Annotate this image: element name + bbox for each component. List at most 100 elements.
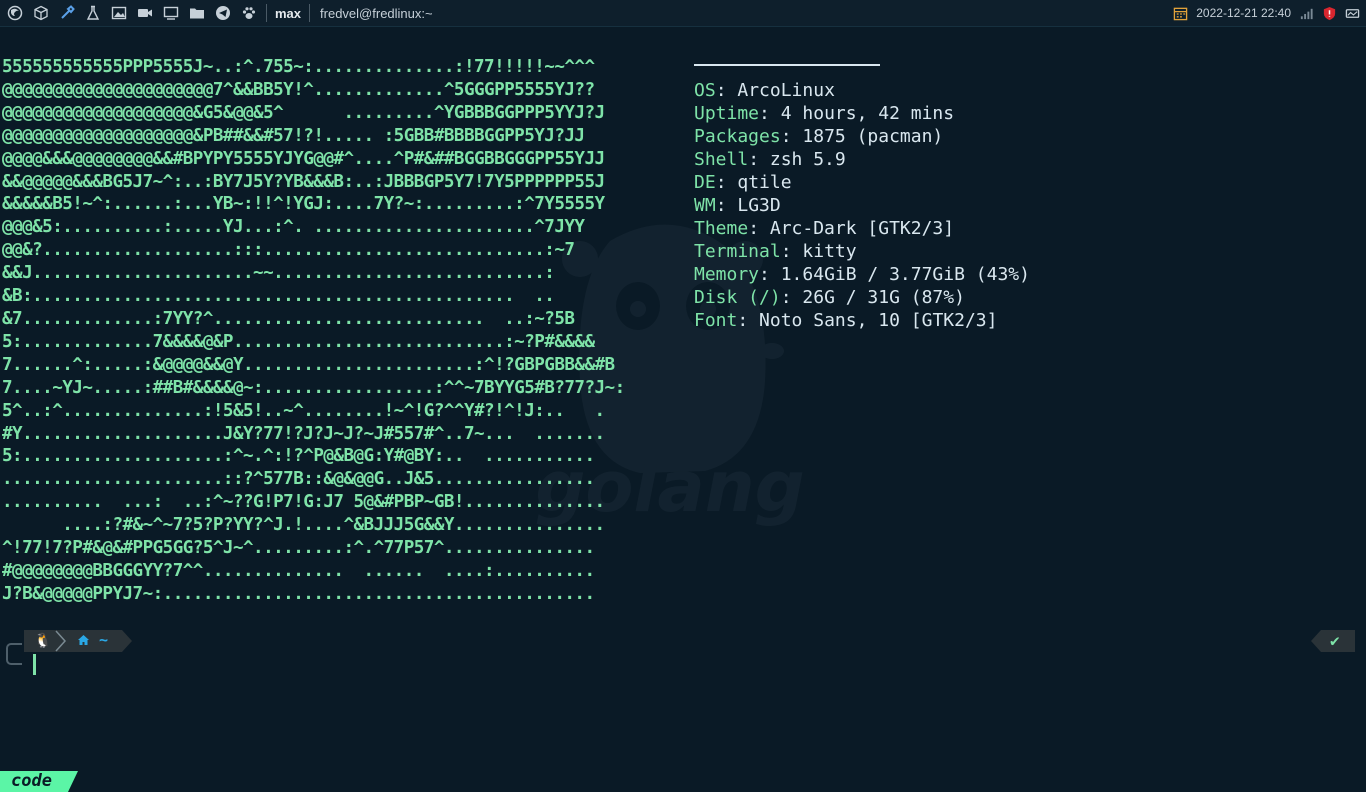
info-key: DE: [694, 172, 716, 193]
ascii-line: @@@@@@@@@@@@@@@@@@@&G5&@@&5^ .........^Y…: [2, 102, 605, 123]
info-row: OS: ArcoLinux: [694, 79, 1030, 102]
ascii-line: @@&?...................:::..............…: [2, 240, 575, 261]
ascii-line: @@@@@@@@@@@@@@@@@@@&PB##&&#57!?!..... :5…: [2, 125, 585, 146]
ascii-line: &B:.....................................…: [2, 286, 555, 307]
info-value: zsh 5.9: [769, 149, 846, 170]
info-row: Uptime: 4 hours, 42 mins: [694, 102, 1030, 125]
info-value: 26G / 31G (87%): [802, 287, 965, 308]
prompt-current-directory: ~: [99, 631, 109, 649]
info-row: Shell: zsh 5.9: [694, 148, 1030, 171]
prompt-bracket: [6, 643, 22, 665]
info-key: Font: [694, 310, 738, 331]
mode-label: code: [11, 771, 52, 791]
signal-icon[interactable]: [1299, 6, 1314, 21]
system-tray: 2022-12-21 22:40: [1173, 0, 1360, 26]
window-title: fredvel@fredlinux:~: [320, 5, 433, 21]
info-separator-line: [694, 64, 880, 66]
ascii-line: &&@@@@@&&&BG5J7~^:..:BY7J5Y?YB&&&B:..:JB…: [2, 171, 605, 192]
info-value: qtile: [737, 172, 792, 193]
paw-icon[interactable]: [238, 2, 260, 24]
ascii-line: 555555555555PPP5555J~..:^.755~:.........…: [2, 57, 595, 77]
ascii-line: ^!77!7?P#&@&#PPG5GG?5^J~^.........:^.^77…: [2, 538, 595, 559]
info-key: WM: [694, 195, 716, 216]
info-colon: :: [715, 195, 738, 216]
drive-icon[interactable]: [1345, 6, 1360, 21]
info-value: 1.64GiB / 3.77GiB (43%): [780, 264, 1030, 285]
info-colon: :: [780, 287, 803, 308]
info-value: Arc-Dark [GTK2/3]: [769, 218, 955, 239]
info-key: Shell: [694, 149, 749, 170]
info-key: Theme: [694, 218, 749, 239]
ascii-line: #Y....................J&Y?77!?J?J~J?~J#5…: [2, 423, 605, 444]
ascii-line: &&J......................~~.............…: [2, 263, 555, 284]
info-colon: :: [780, 241, 803, 262]
info-row: Theme: Arc-Dark [GTK2/3]: [694, 217, 1030, 240]
info-key: Disk (/): [694, 287, 781, 308]
ascii-line: &&&&&B5!~^:......:...YB~:!!^!YGJ:....7Y?…: [2, 194, 605, 215]
separator: [309, 4, 311, 22]
image-icon[interactable]: [108, 2, 130, 24]
video-camera-icon[interactable]: [134, 2, 156, 24]
ascii-line: 5:.............7&&&&@&P.................…: [2, 331, 595, 352]
telegram-icon[interactable]: [212, 2, 234, 24]
info-colon: :: [737, 310, 760, 331]
top-bar: max fredvel@fredlinux:~ 2022-12-21 22:40: [0, 0, 1366, 27]
clock[interactable]: 2022-12-21 22:40: [1196, 6, 1291, 20]
info-value: LG3D: [737, 195, 781, 216]
linux-penguin-icon: 🐧: [34, 633, 52, 649]
firefox-icon[interactable]: [4, 2, 26, 24]
info-key: Uptime: [694, 103, 760, 124]
ascii-line: 5^..:^..............:!5&5!..~^........!~…: [2, 400, 605, 421]
ascii-line: &7.............:7YY?^...................…: [2, 308, 575, 329]
info-key: OS: [694, 80, 716, 101]
layout-name[interactable]: max: [275, 6, 301, 21]
ascii-line: @@@@@@@@@@@@@@@@@@@@@7^&&BB5Y!^.........…: [2, 79, 595, 100]
text-cursor: [33, 654, 36, 675]
ascii-line: ......................::?^577B::&@&@@G..…: [2, 469, 595, 490]
system-info: OS: ArcoLinux Uptime: 4 hours, 42 mins Pac…: [694, 64, 1030, 332]
shield-icon[interactable]: [1322, 6, 1337, 21]
info-key: Memory: [694, 264, 760, 285]
info-colon: :: [748, 218, 770, 239]
info-value: Noto Sans, 10 [GTK2/3]: [759, 310, 998, 331]
ascii-line: .......... ...: ..:^~??G!P7!G:J7 5@&#PBP…: [2, 492, 605, 513]
home-icon: [78, 635, 89, 645]
ascii-line: J?B&@@@@@PPYJ7~:........................…: [2, 583, 595, 604]
ascii-line: @@@@&&&@@@@@@@@&&#BPYPY5555YJYG@@#^....^…: [2, 148, 605, 169]
info-row: Disk (/): 26G / 31G (87%): [694, 286, 1030, 309]
info-row: Font: Noto Sans, 10 [GTK2/3]: [694, 309, 1030, 332]
info-colon: :: [715, 172, 738, 193]
monitor-icon[interactable]: [160, 2, 182, 24]
info-value: ArcoLinux: [737, 80, 835, 101]
info-colon: :: [759, 103, 781, 124]
color-picker-icon[interactable]: [56, 2, 78, 24]
info-value: 4 hours, 42 mins: [780, 103, 955, 124]
info-colon: :: [715, 80, 738, 101]
info-key: Terminal: [694, 241, 781, 262]
info-row: Packages: 1875 (pacman): [694, 125, 1030, 148]
prompt-chevron-icon: [55, 630, 67, 652]
ascii-line: @@@&5:..........:.....YJ...:^. .........…: [2, 217, 585, 238]
info-colon: :: [780, 126, 803, 147]
calendar-icon[interactable]: [1173, 6, 1188, 21]
info-row: WM: LG3D: [694, 194, 1030, 217]
ascii-line: 7......^:.....:&@@@@&&@Y................…: [2, 354, 615, 375]
ascii-line: 5:....................:^~.^:!?^P@&B@G:Y#…: [2, 446, 595, 467]
status-checkmark: ✔: [1330, 631, 1340, 650]
terminal-window[interactable]: golang 555555555555PPP5555J~..:^.755~:..…: [0, 26, 1366, 766]
box-icon[interactable]: [30, 2, 52, 24]
info-value: kitty: [802, 241, 857, 262]
info-row: Memory: 1.64GiB / 3.77GiB (43%): [694, 263, 1030, 286]
ascii-art-logo: 555555555555PPP5555J~..:^.755~:.........…: [2, 56, 625, 606]
ascii-line: ....:?#&~^~7?5?P?YY?^J.!....^&BJJJ5G&&Y.…: [2, 515, 605, 536]
info-row: Terminal: kitty: [694, 240, 1030, 263]
ascii-line: #@@@@@@@@BBGGGYY?7^^.............. .....…: [2, 560, 595, 581]
folder-icon[interactable]: [186, 2, 208, 24]
ascii-line: 7....~YJ~.....:##B#&&&&@~:..............…: [2, 377, 625, 398]
info-colon: :: [759, 264, 781, 285]
info-value: 1875 (pacman): [802, 126, 944, 147]
info-list: OS: ArcoLinux Uptime: 4 hours, 42 mins Pac…: [694, 79, 1030, 332]
info-row: DE: qtile: [694, 171, 1030, 194]
flask-icon[interactable]: [82, 2, 104, 24]
separator: [266, 4, 267, 22]
